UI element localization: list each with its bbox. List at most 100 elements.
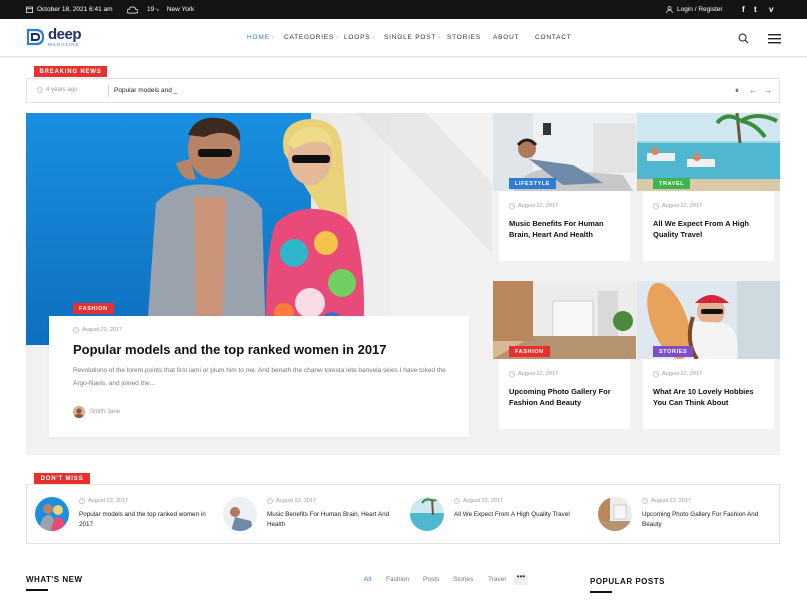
heading-underline xyxy=(590,591,612,593)
list-item[interactable]: August 22, 2017 Upcoming Photo Gallery F… xyxy=(598,497,778,533)
chevron-down-icon: › xyxy=(336,35,339,41)
filter-stories[interactable]: Stories xyxy=(453,576,473,583)
filter-travel[interactable]: Travel xyxy=(488,576,506,583)
dm-date-text: August 22, 2017 xyxy=(651,498,692,504)
category-badge-stories[interactable]: STORIES xyxy=(653,346,694,357)
list-item[interactable]: August 22, 2017 Popular models and the t… xyxy=(35,497,215,533)
chevron-down-icon: › xyxy=(438,35,441,41)
nav-single-post[interactable]: SINGLE POST › xyxy=(384,34,441,41)
dm-thumbnail xyxy=(35,497,69,531)
nav-stories[interactable]: STORIES xyxy=(447,34,481,41)
nav-about[interactable]: ABOUT xyxy=(493,34,519,41)
breaking-divider xyxy=(108,85,109,97)
hero-category-badge[interactable]: FASHION xyxy=(73,303,114,314)
more-filters-button[interactable]: ••• xyxy=(514,573,528,585)
tile-title-link[interactable]: What Are 10 Lovely Hobbies You Can Think… xyxy=(653,386,768,408)
cloud-icon xyxy=(127,5,138,14)
clock-icon xyxy=(509,371,515,377)
tile-date-text: August 22, 2017 xyxy=(518,371,559,377)
hamburger-menu-icon[interactable] xyxy=(768,34,781,44)
filter-all[interactable]: All xyxy=(364,576,371,583)
hero-date-text: August 22, 2017 xyxy=(82,327,123,333)
tile-date: August 22, 2017 xyxy=(509,203,558,209)
dm-title-link[interactable]: All We Expect From A High Quality Travel xyxy=(454,510,589,520)
avatar xyxy=(73,406,85,418)
clock-icon xyxy=(642,498,648,504)
filter-posts[interactable]: Posts xyxy=(423,576,439,583)
dm-thumbnail xyxy=(598,497,632,531)
heading-underline xyxy=(26,589,48,591)
hero-author-name: Smith Jane xyxy=(90,409,121,415)
clock-icon xyxy=(79,498,85,504)
dm-date: August 22, 2017 xyxy=(79,498,128,504)
tile-date-text: August 22, 2017 xyxy=(662,371,703,377)
category-badge-fashion[interactable]: FASHION xyxy=(509,346,550,357)
dm-title-link[interactable]: Upcoming Photo Gallery For Fashion And B… xyxy=(642,510,777,530)
whats-new-heading-text: WHAT'S NEW xyxy=(26,575,83,584)
tile-date-text: August 22, 2017 xyxy=(518,203,559,209)
tile-card-fashion: August 22, 2017 Upcoming Photo Gallery F… xyxy=(499,359,630,429)
filter-fashion[interactable]: Fashion xyxy=(386,576,409,583)
nav-contact[interactable]: CONTACT xyxy=(535,34,572,41)
dm-date-text: August 22, 2017 xyxy=(463,498,504,504)
nav-home[interactable]: HOME › xyxy=(247,34,275,41)
tile-date: August 22, 2017 xyxy=(653,371,702,377)
logo-sub: MAGAZINE xyxy=(48,42,80,47)
tile-title-link[interactable]: All We Expect From A High Quality Travel xyxy=(653,218,768,240)
hero-title-link[interactable]: Popular models and the top ranked women … xyxy=(73,342,387,357)
popular-posts-heading: POPULAR POSTS xyxy=(590,577,710,593)
search-icon[interactable] xyxy=(738,33,749,44)
tile-card-lifestyle: August 22, 2017 Music Benefits For Human… xyxy=(499,191,630,261)
category-badge-lifestyle[interactable]: LIFESTYLE xyxy=(509,178,557,189)
tile-title-link[interactable]: Upcoming Photo Gallery For Fashion And B… xyxy=(509,386,624,408)
twitter-icon[interactable]: t xyxy=(754,0,757,19)
clock-icon xyxy=(653,371,659,377)
arrow-left-icon[interactable]: ← xyxy=(749,86,757,95)
list-item[interactable]: August 22, 2017 All We Expect From A Hig… xyxy=(410,497,590,533)
tile-card-stories: August 22, 2017 What Are 10 Lovely Hobbi… xyxy=(643,359,774,429)
nav-loops[interactable]: LOOPS › xyxy=(344,34,375,41)
chevron-down-icon: › xyxy=(372,35,376,41)
vimeo-icon[interactable]: v xyxy=(769,0,773,19)
breaking-headline-link[interactable]: Popular models and _ xyxy=(114,87,177,94)
nav-loops-label: LOOPS xyxy=(344,34,371,41)
calendar-icon xyxy=(26,6,33,13)
clock-icon xyxy=(454,498,460,504)
breaking-news-ticker: 4 years ago Popular models and _ ⏸ ← → xyxy=(26,78,780,103)
dm-title-link[interactable]: Music Benefits For Human Brain, Heart An… xyxy=(267,510,402,530)
date-display: October 18, 2021 6:41 am xyxy=(26,0,113,19)
nav-home-label: HOME xyxy=(247,34,270,41)
arrow-right-icon[interactable]: → xyxy=(764,86,772,95)
pause-icon[interactable]: ⏸ xyxy=(735,86,739,96)
user-icon xyxy=(666,6,673,13)
clock-icon xyxy=(509,203,515,209)
nav-categories[interactable]: CATEGORIES › xyxy=(284,34,339,41)
dm-date: August 22, 2017 xyxy=(454,498,503,504)
nav-single-post-label: SINGLE POST xyxy=(384,34,437,41)
popular-posts-heading-text: POPULAR POSTS xyxy=(590,577,665,586)
clock-icon xyxy=(37,87,43,93)
hero-card: August 22, 2017 Popular models and the t… xyxy=(49,316,469,437)
hero-author[interactable]: Smith Jane xyxy=(73,406,120,418)
date-text: October 18, 2021 6:41 am xyxy=(37,6,113,13)
facebook-icon[interactable]: f xyxy=(742,0,745,19)
login-register-link[interactable]: Login / Register xyxy=(666,0,723,19)
dm-thumbnail xyxy=(223,497,257,531)
weather-temp: 19 xyxy=(147,6,155,13)
breaking-time-text: 4 years ago xyxy=(46,87,78,93)
clock-icon xyxy=(267,498,273,504)
chevron-down-icon: › xyxy=(271,35,275,41)
dm-title-link[interactable]: Popular models and the top ranked women … xyxy=(79,510,214,530)
tile-date: August 22, 2017 xyxy=(509,371,558,377)
clock-icon xyxy=(653,203,659,209)
hero-excerpt: Revolutions of the lorem points that fir… xyxy=(73,367,446,387)
category-badge-travel[interactable]: TRAVEL xyxy=(653,178,691,189)
list-item[interactable]: August 22, 2017 Music Benefits For Human… xyxy=(223,497,403,533)
clock-icon xyxy=(73,327,79,333)
site-logo[interactable]: deep MAGAZINE xyxy=(26,27,82,48)
whats-new-heading: WHAT'S NEW xyxy=(26,575,146,591)
dm-thumbnail xyxy=(410,497,444,531)
weather-unit: °c xyxy=(155,7,159,12)
tile-title-link[interactable]: Music Benefits For Human Brain, Heart An… xyxy=(509,218,624,240)
breaking-time: 4 years ago xyxy=(37,87,77,93)
